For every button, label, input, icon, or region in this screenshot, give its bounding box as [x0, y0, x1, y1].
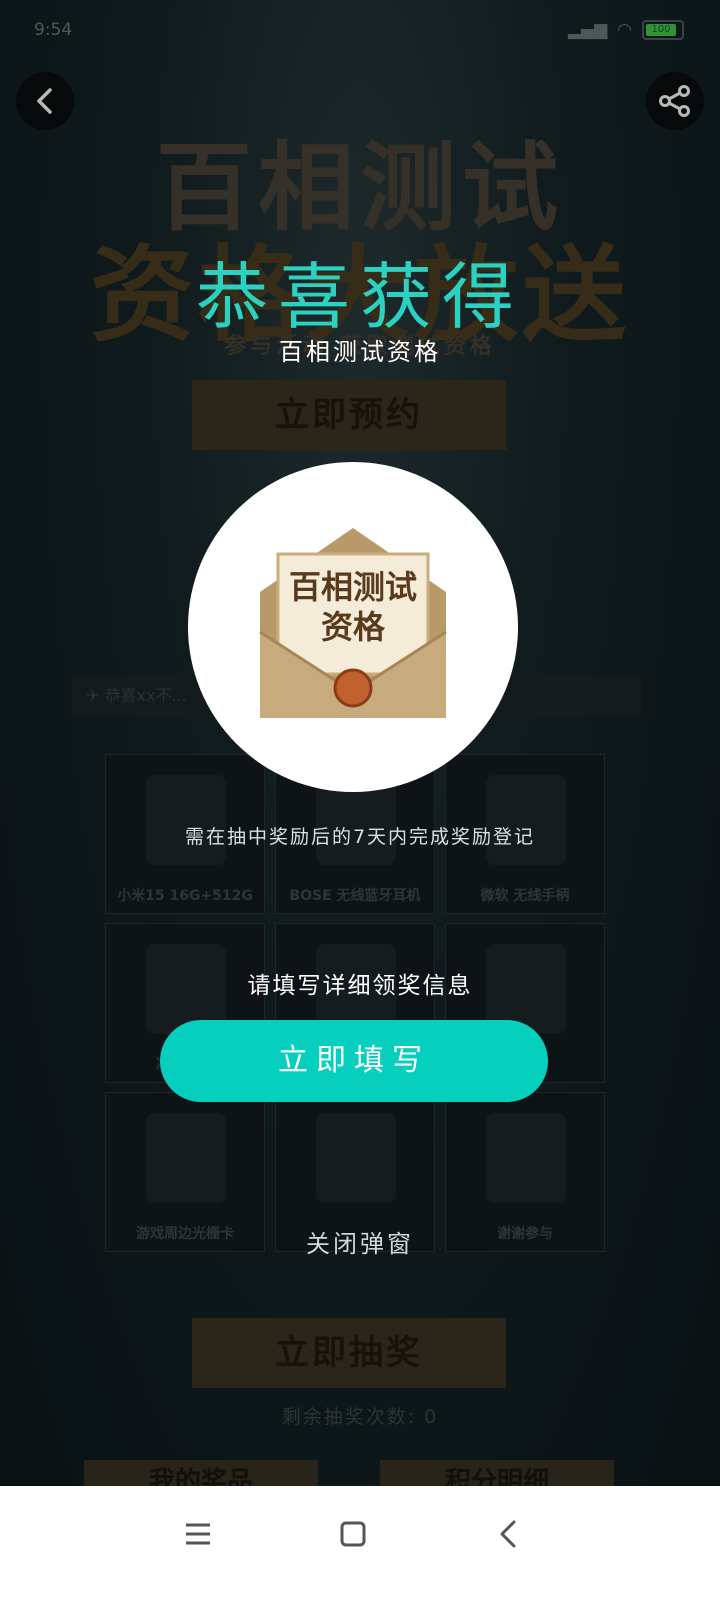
modal-overlay: 恭喜获得 百相测试资格 百相测试 资格 需在抽中奖励后的7天内完成奖励登记 请填…	[0, 0, 720, 1516]
home-button[interactable]	[331, 1512, 375, 1556]
envelope-text-line1: 百相测试	[289, 568, 417, 606]
envelope-text-line2: 资格	[321, 608, 386, 646]
prize-name: 百相测试资格	[279, 338, 441, 366]
system-nav-bar	[0, 1486, 720, 1600]
congrats-title: 恭喜获得	[195, 255, 524, 339]
menu-button[interactable]	[176, 1512, 220, 1556]
envelope-icon: 百相测试 资格	[259, 528, 447, 718]
menu-icon	[186, 1523, 210, 1545]
fill-now-button[interactable]: 立即填写	[160, 1020, 548, 1102]
fill-tip: 请填写详细领奖信息	[247, 973, 473, 999]
prize-image-circle: 百相测试 资格	[188, 462, 518, 792]
seal-icon	[333, 668, 373, 708]
close-modal-link[interactable]: 关闭弹窗	[0, 1224, 720, 1259]
back-icon	[500, 1520, 516, 1548]
deadline-notice: 需在抽中奖励后的7天内完成奖励登记	[184, 826, 536, 848]
nav-back-button[interactable]	[486, 1512, 530, 1556]
activity-page: 9:54 ▂▄▆ ◠ 100 百相测试 资格大放送 参与活动 获取测试资格 立即…	[0, 0, 720, 1516]
home-icon	[340, 1521, 366, 1547]
